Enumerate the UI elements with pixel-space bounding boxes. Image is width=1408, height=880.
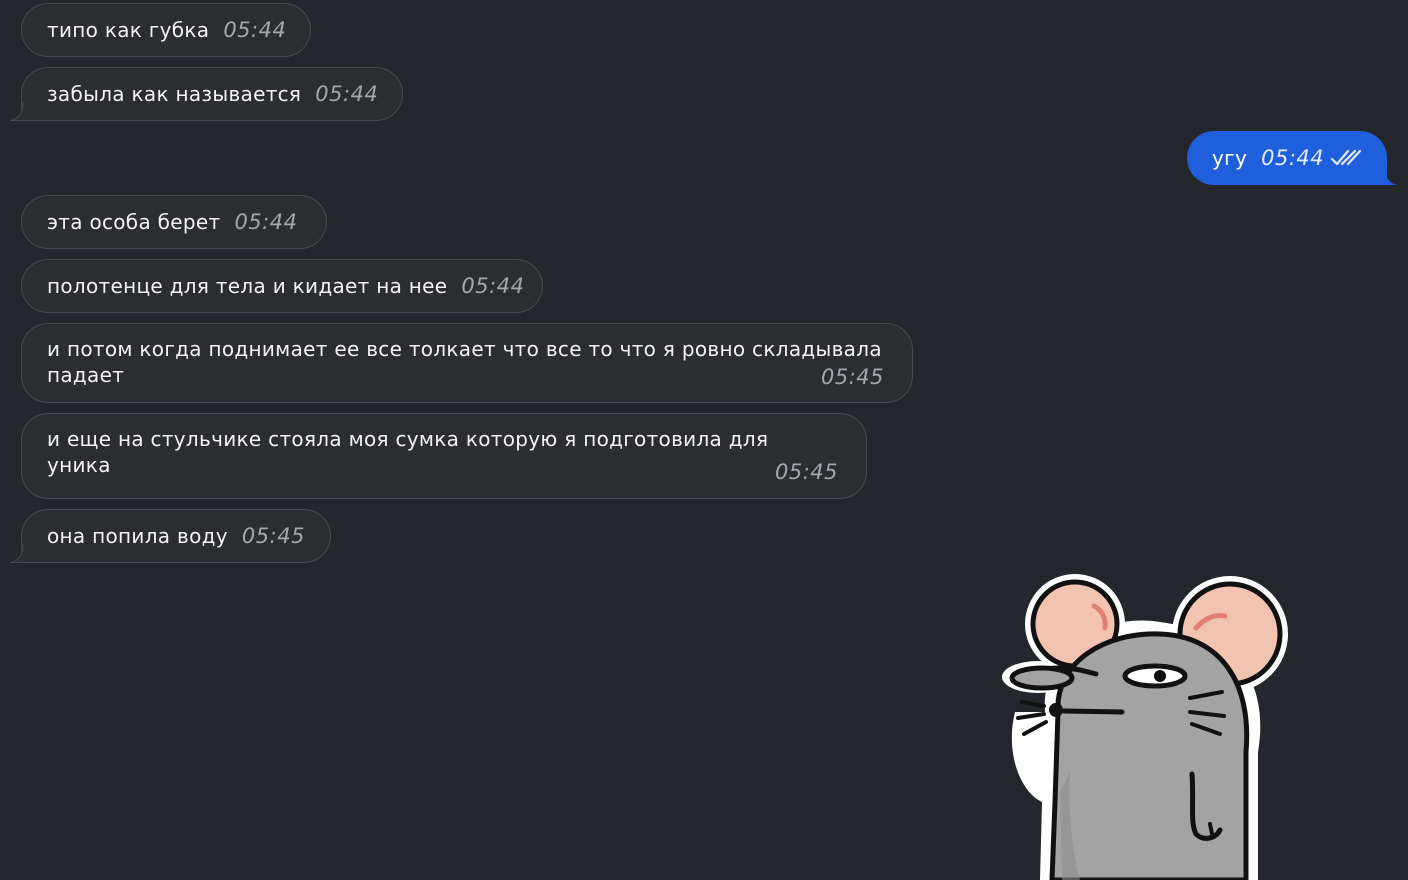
message-text: и потом когда поднимает ее все толкает ч… (47, 337, 882, 387)
bubble-tail-icon (1372, 164, 1398, 185)
message-bubble-outgoing[interactable]: угу 05:44 (1187, 131, 1387, 185)
message-time: 05:45 (820, 365, 884, 389)
message-time: 05:44 (315, 82, 379, 106)
message-text: она попила воду (47, 524, 228, 548)
chat-messages-area[interactable]: типо как губка 05:44 забыла как называетс… (0, 0, 1408, 880)
message-bubble-incoming[interactable]: и еще на стульчике стояла моя сумка кото… (21, 413, 867, 499)
message-time: 05:44 (234, 210, 298, 234)
message-text: забыла как называется (47, 82, 302, 106)
message-bubble-incoming[interactable]: полотенце для тела и кидает на нее 05:44 (21, 259, 543, 313)
message-time: 05:44 (461, 274, 525, 298)
message-text: эта особа берет (47, 210, 221, 234)
message-bubble-incoming[interactable]: она попила воду 05:45 (21, 509, 331, 563)
message-bubble-incoming[interactable]: забыла как называется 05:44 (21, 67, 403, 121)
mouse-sticker-icon[interactable] (1000, 572, 1320, 880)
message-text: типо как губка (47, 18, 210, 42)
message-time: 05:45 (241, 524, 305, 548)
read-checkmarks-icon (1331, 149, 1362, 166)
message-text: угу (1212, 146, 1248, 170)
message-time: 05:45 (774, 460, 838, 484)
message-text: и еще на стульчике стояла моя сумка кото… (47, 427, 769, 477)
message-bubble-incoming[interactable]: и потом когда поднимает ее все толкает ч… (21, 323, 913, 403)
message-time: 05:44 (223, 18, 287, 42)
message-bubble-incoming[interactable]: типо как губка 05:44 (21, 3, 311, 57)
bubble-tail-icon (9, 100, 35, 121)
message-time: 05:44 (1261, 146, 1325, 170)
message-text: полотенце для тела и кидает на нее (47, 274, 448, 298)
message-bubble-incoming[interactable]: эта особа берет 05:44 (21, 195, 327, 249)
bubble-tail-icon (9, 542, 35, 563)
